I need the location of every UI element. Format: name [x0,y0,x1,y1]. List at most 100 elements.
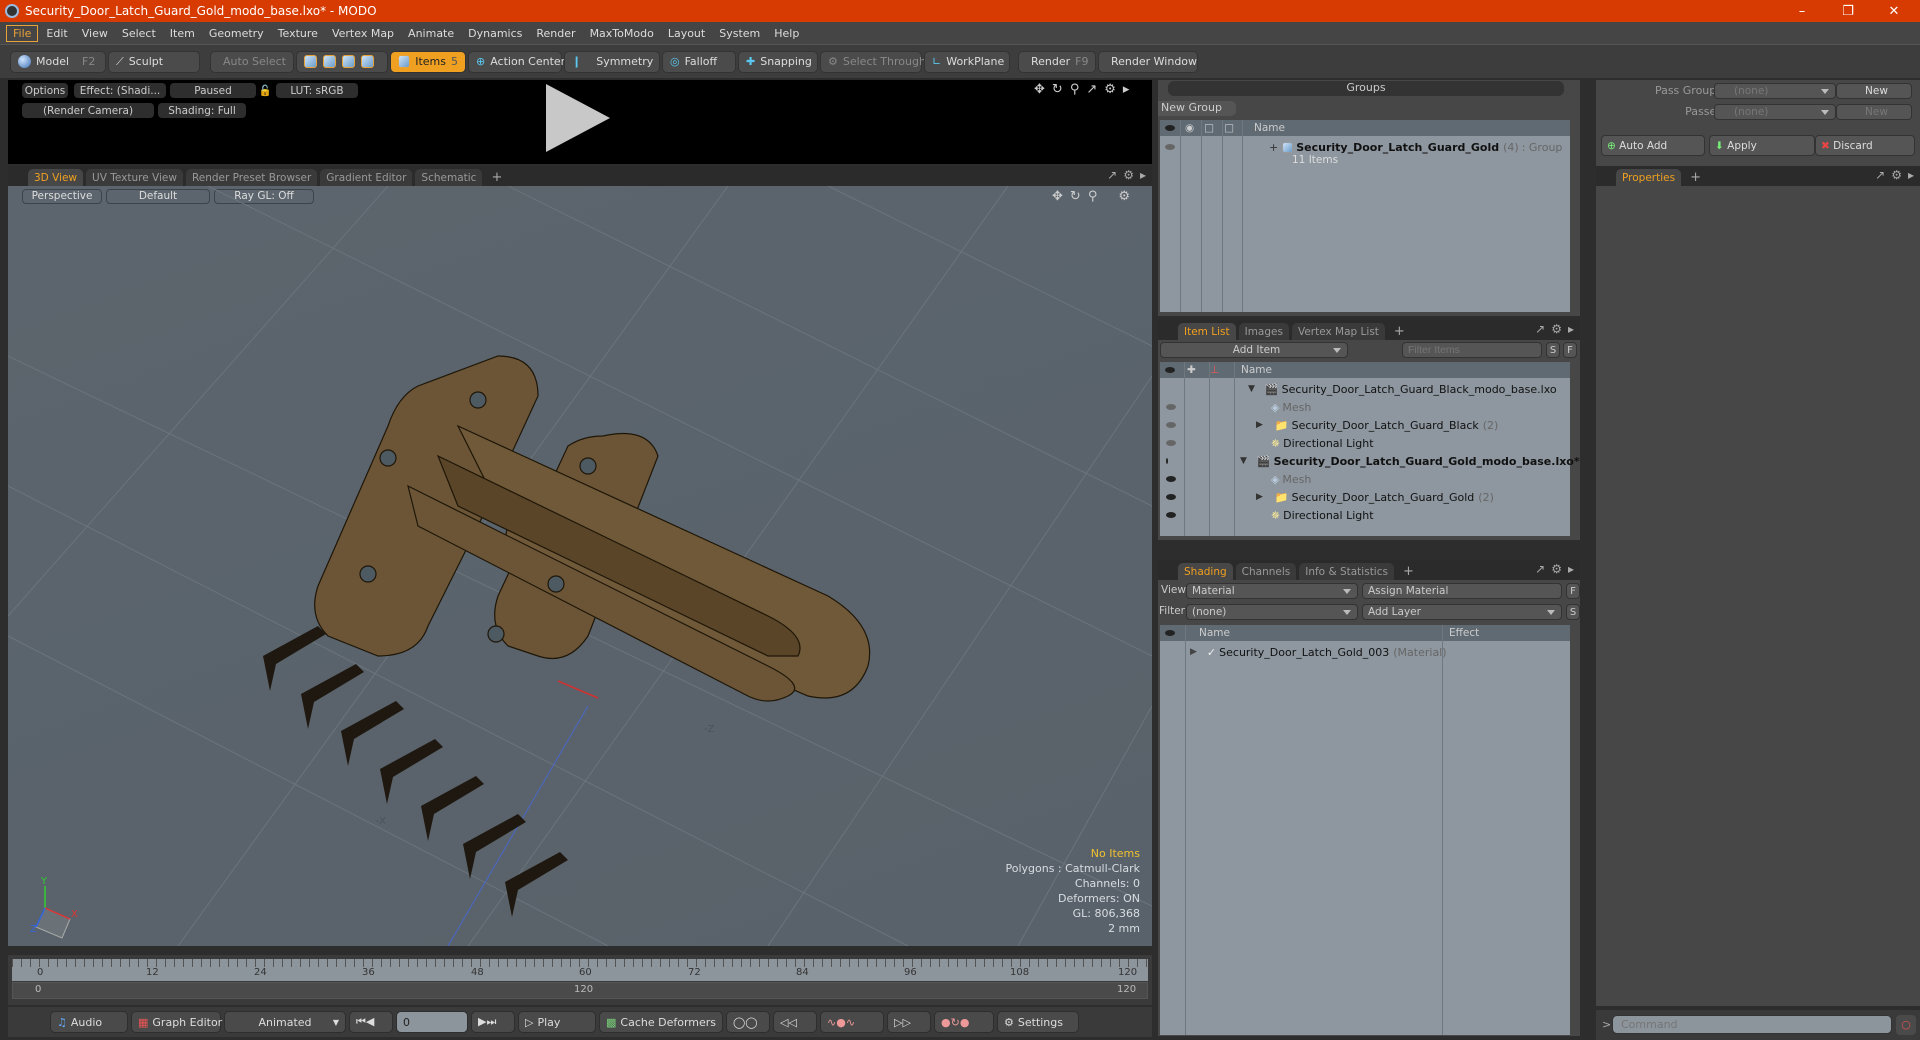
falloff-button[interactable]: ◎ Falloff [662,50,736,73]
visibility-toggle[interactable] [1166,440,1176,446]
tab-gradient-editor[interactable]: Gradient Editor [320,169,413,186]
expand-arrow-icon[interactable]: ▶ [1256,420,1263,430]
add-tab-button[interactable]: + [1388,323,1411,340]
tab-render-preset-browser[interactable]: Render Preset Browser [185,169,318,186]
record-keys-button[interactable]: ∿●∿ [820,1011,884,1033]
rotate-icon[interactable]: ↻ [1052,82,1063,97]
group-row[interactable]: + Security_Door_Latch_Guard_Gold (4) : G… [1160,138,1570,156]
shading-tree[interactable]: Name Effect ▶ ✓ Security_Door_Latch_Gold… [1160,625,1570,1035]
model-button[interactable]: Model F2 [10,50,106,73]
tab-channels[interactable]: Channels [1235,563,1297,580]
menu-vertex-map[interactable]: Vertex Map [326,26,400,41]
menu-item[interactable]: Item [164,26,201,41]
tab-properties[interactable]: Properties [1616,169,1682,186]
jump-end-button[interactable]: ▶⏭ [471,1011,515,1033]
zoom-icon[interactable]: ⚲ [1070,82,1080,97]
lock-icon[interactable]: 🔓 [258,83,272,98]
maximize-icon[interactable]: ↗ [1875,168,1885,182]
tab-item-list[interactable]: Item List [1178,323,1236,340]
tab-vertex-map-list[interactable]: Vertex Map List [1291,323,1385,340]
add-tab-button[interactable]: + [1684,169,1707,186]
timeline-ruler[interactable]: 0 12 24 36 48 60 72 84 96 108 120 [12,959,1148,981]
maximize-icon[interactable]: ↗ [1535,562,1545,576]
key-edit-button[interactable]: ●↻● [934,1011,994,1033]
3d-viewport[interactable]: Perspective Default Ray GL: Off ✥ ↻ ⚲ ⚙ [8,186,1152,946]
visibility-toggle[interactable] [1166,404,1176,410]
tab-info-statistics[interactable]: Info & Statistics [1299,563,1394,580]
menu-animate[interactable]: Animate [402,26,460,41]
key-next-button[interactable]: ▷▷ [887,1011,931,1033]
cache-deformers-button[interactable]: ▩ Cache Deformers [599,1011,723,1033]
gear-icon[interactable]: ⚙ [1551,322,1562,336]
material-row[interactable]: ▶ ✓ Security_Door_Latch_Gold_003 (Materi… [1160,643,1570,661]
groups-list[interactable]: ◉ □ □ Name + Security_Door_Latch_Guard_G… [1160,120,1570,312]
jump-start-button[interactable]: ⏮◀ [349,1011,393,1033]
gear-icon[interactable]: ⚙ [1123,168,1134,182]
tab-schematic[interactable]: Schematic [415,169,483,186]
materials-mode-icon[interactable] [361,55,374,68]
add-layer-dropdown[interactable]: Add Layer [1362,604,1562,620]
render-button[interactable]: Render F9 [1018,50,1096,73]
assign-material-button[interactable]: Assign Material [1362,583,1562,599]
animation-mode-dropdown[interactable]: Animated ▼ [224,1011,346,1033]
record-macro-icon[interactable]: ○ [1896,1015,1916,1035]
passes-dropdown[interactable]: (none) [1714,104,1836,120]
arrow-right-icon[interactable]: ▸ [1140,168,1146,182]
discard-button[interactable]: ✖ Discard [1815,135,1915,156]
settings-button[interactable]: ⚙ Settings [997,1011,1079,1033]
lut-dropdown[interactable]: LUT: sRGB [276,83,358,98]
tab-shading[interactable]: Shading [1178,563,1233,580]
select-through-button[interactable]: ⚙ Select Through [820,50,926,73]
key-nav-button[interactable]: ◁◁ [773,1011,817,1033]
menu-help[interactable]: Help [768,26,805,41]
maximize-icon[interactable]: ↗ [1107,168,1117,182]
range-bar[interactable]: 0 120 120 [12,982,1148,999]
visibility-toggle[interactable] [1166,512,1176,518]
menu-view[interactable]: View [76,26,114,41]
menu-maxtomodo[interactable]: MaxToModo [584,26,660,41]
apply-button[interactable]: ⬇ Apply [1709,135,1815,156]
render-camera-dropdown[interactable]: (Render Camera) [22,103,154,118]
item-list-row[interactable]: ▼ 🎬 Security_Door_Latch_Guard_Gold_modo_ba… [1160,452,1580,470]
filter-s-button[interactable]: S [1546,342,1560,358]
audio-button[interactable]: ♫ Audio [50,1011,128,1033]
timeline[interactable]: 0 12 24 36 48 60 72 84 96 108 120 0 120 … [8,955,1152,1005]
new-group-button[interactable]: New Group [1158,101,1236,116]
action-center-button[interactable]: ⊕ Action Center [468,50,565,73]
preview-effect-dropdown[interactable]: Effect: (Shadi... [74,83,166,98]
play-button[interactable]: ▷ Play [518,1011,596,1033]
menu-render[interactable]: Render [530,26,581,41]
maximize-icon[interactable]: ↗ [1086,82,1097,97]
add-item-dropdown[interactable]: Add Item [1160,342,1348,358]
expand-arrow-icon[interactable]: ▼ [1248,384,1255,394]
menu-system[interactable]: System [713,26,766,41]
menu-file[interactable]: File [6,24,39,42]
graph-editor-button[interactable]: ▦ Graph Editor [131,1011,222,1033]
vertices-mode-icon[interactable] [304,55,317,68]
arrow-right-icon[interactable]: ▸ [1123,82,1130,97]
snapping-button[interactable]: ✚ Snapping [738,50,818,73]
view-dropdown[interactable]: Material [1186,583,1358,599]
expand-arrow-icon[interactable]: ▼ [1240,456,1247,466]
item-list-row[interactable]: ▼ 🎬 Security_Door_Latch_Guard_Black_modo_b… [1160,380,1570,398]
preview-options-button[interactable]: Options [22,83,68,98]
restore-button[interactable]: ❐ [1828,0,1868,22]
items-mode-button[interactable]: Items 5 [390,50,466,73]
visibility-toggle[interactable] [1166,458,1168,464]
edges-mode-icon[interactable] [323,55,336,68]
new-pass-button[interactable]: New [1836,104,1912,120]
item-list-row[interactable]: ◈ Mesh [1160,398,1570,416]
new-pass-group-button[interactable]: New [1836,83,1912,99]
play-preview-icon[interactable] [546,84,610,152]
tab-3d-view[interactable]: 3D View [28,169,84,186]
gear-icon[interactable]: ⚙ [1551,562,1562,576]
pass-groups-dropdown[interactable]: (none) [1714,83,1836,99]
command-input[interactable] [1612,1015,1892,1034]
expand-arrow-icon[interactable]: ▶ [1256,492,1263,502]
maximize-icon[interactable]: ↗ [1535,322,1545,336]
minimize-button[interactable]: – [1782,0,1822,22]
shading-f-button[interactable]: F [1566,583,1580,599]
item-list-row[interactable]: ✵ Directional Light [1160,434,1570,452]
auto-add-button[interactable]: ⊕ Auto Add [1601,135,1705,156]
item-list-row[interactable]: ▶ 📁 Security_Door_Latch_Guard_Black (2) [1160,416,1570,434]
